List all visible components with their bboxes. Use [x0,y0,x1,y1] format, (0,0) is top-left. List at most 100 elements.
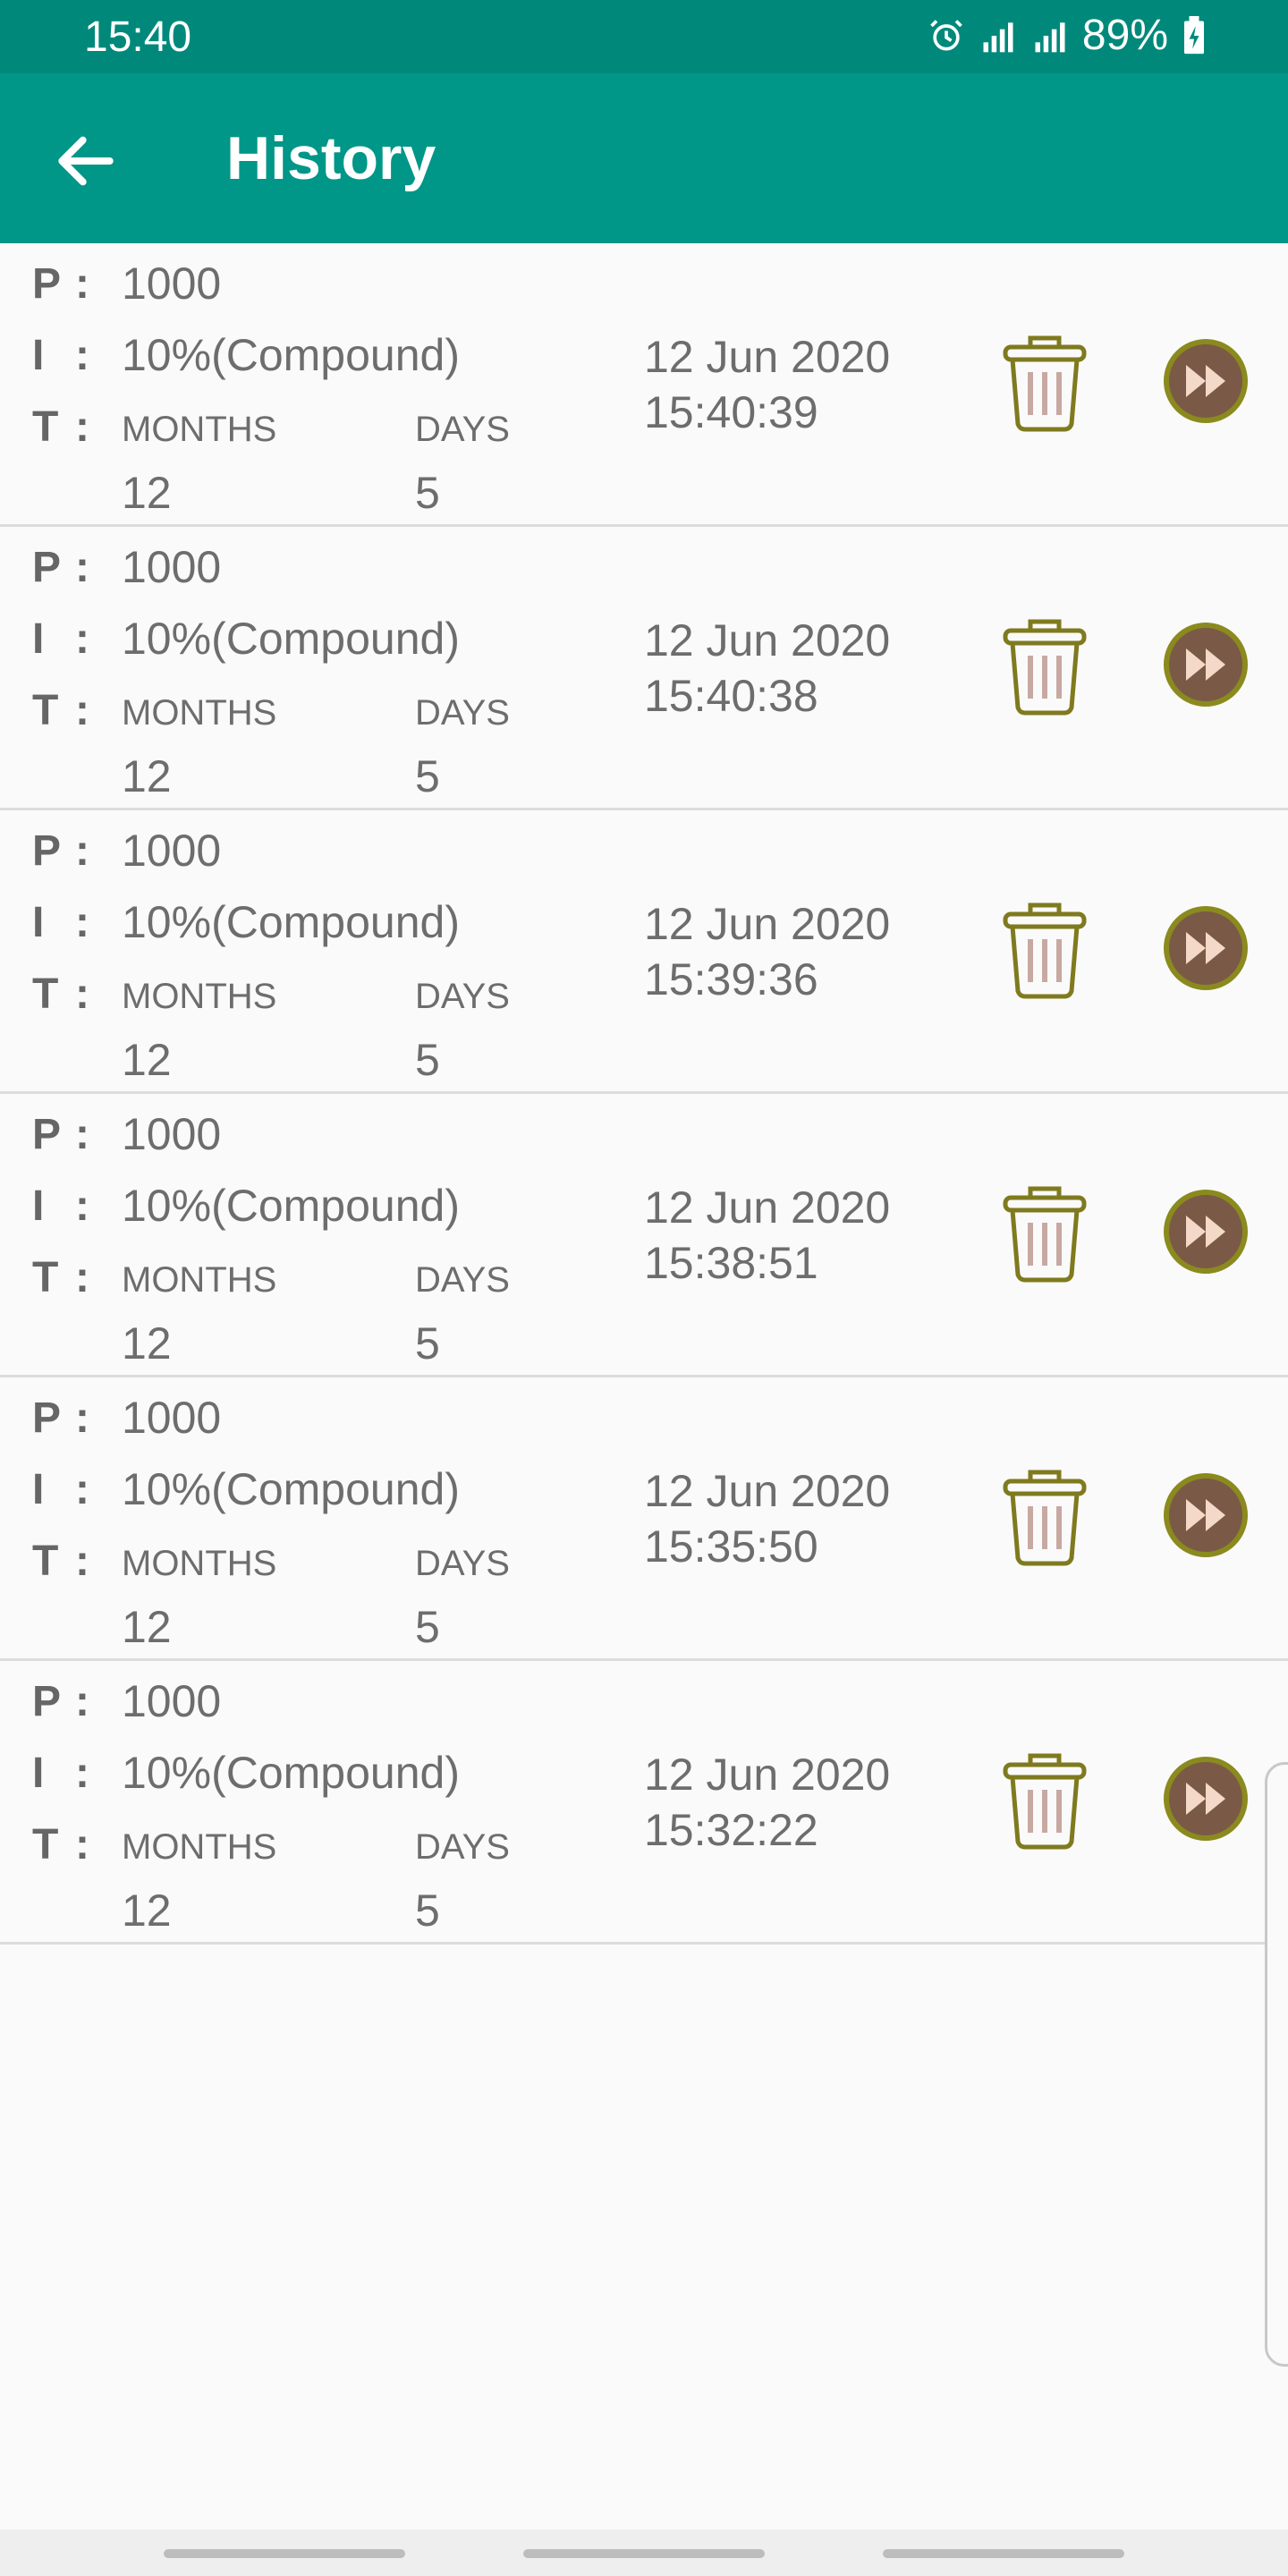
months-label: MONTHS [122,1544,277,1583]
saved-date: 12 Jun 2020 [644,1466,891,1516]
months-value: 12 [122,468,172,518]
fast-forward-icon[interactable] [1163,1189,1249,1275]
months-label: MONTHS [122,410,277,449]
colon: : [75,1466,89,1513]
interest-label: I [32,1182,45,1230]
trash-icon[interactable] [997,329,1092,433]
principal-label: P [32,1394,62,1442]
days-value: 5 [415,1035,440,1085]
months-value: 12 [122,1885,172,1936]
interest-value: 10%(Compound) [122,897,460,947]
saved-time: 15:35:50 [644,1521,818,1572]
interest-value: 10%(Compound) [122,1748,460,1798]
history-item[interactable]: P : 1000 I : 10%(Compound) T : MONTHS DA… [0,243,1288,527]
days-value: 5 [415,1885,440,1936]
saved-date: 12 Jun 2020 [644,899,891,949]
saved-date: 12 Jun 2020 [644,1182,891,1233]
history-item[interactable]: P : 1000 I : 10%(Compound) T : MONTHS DA… [0,1661,1288,1945]
interest-value: 10%(Compound) [122,1181,460,1231]
saved-time: 15:40:38 [644,671,818,721]
nav-recents-handle[interactable] [883,2549,1124,2558]
months-value: 12 [122,1318,172,1368]
nav-home-handle[interactable] [523,2549,765,2558]
colon: : [75,615,89,663]
days-label: DAYS [415,1260,510,1300]
interest-label: I [32,1750,45,1797]
colon: : [75,899,89,946]
saved-date: 12 Jun 2020 [644,332,891,382]
trash-icon[interactable] [997,1463,1092,1567]
trash-icon[interactable] [997,1747,1092,1851]
saved-time: 15:39:36 [644,954,818,1004]
time-label: T [32,687,59,734]
saved-date: 12 Jun 2020 [644,615,891,665]
fast-forward-icon[interactable] [1163,338,1249,424]
alarm-icon [927,16,966,55]
colon: : [75,1678,89,1725]
principal-value: 1000 [122,542,222,592]
principal-value: 1000 [122,826,222,876]
days-value: 5 [415,1318,440,1368]
status-icons: 89% [927,11,1208,60]
interest-value: 10%(Compound) [122,330,460,380]
interest-value: 10%(Compound) [122,1464,460,1514]
months-value: 12 [122,1602,172,1652]
principal-value: 1000 [122,1109,222,1159]
history-item[interactable]: P : 1000 I : 10%(Compound) T : MONTHS DA… [0,810,1288,1094]
days-label: DAYS [415,1544,510,1583]
days-value: 5 [415,1602,440,1652]
signal-icon-2 [1030,16,1070,55]
history-list: P : 1000 I : 10%(Compound) T : MONTHS DA… [0,243,1288,1945]
principal-value: 1000 [122,258,222,309]
trash-icon[interactable] [997,613,1092,716]
back-arrow-icon[interactable] [50,125,122,197]
interest-label: I [32,332,45,379]
saved-time: 15:32:22 [644,1805,818,1855]
days-value: 5 [415,751,440,801]
interest-label: I [32,1466,45,1513]
trash-icon[interactable] [997,1180,1092,1284]
colon: : [75,332,89,379]
history-item[interactable]: P : 1000 I : 10%(Compound) T : MONTHS DA… [0,1094,1288,1377]
fast-forward-icon[interactable] [1163,1472,1249,1558]
principal-label: P [32,544,62,591]
time-label: T [32,1821,59,1868]
days-label: DAYS [415,1827,510,1867]
history-item[interactable]: P : 1000 I : 10%(Compound) T : MONTHS DA… [0,527,1288,810]
fast-forward-icon[interactable] [1163,622,1249,708]
signal-icon [979,16,1018,55]
colon: : [75,403,89,451]
saved-time: 15:38:51 [644,1238,818,1288]
saved-time: 15:40:39 [644,387,818,437]
days-label: DAYS [415,977,510,1016]
days-label: DAYS [415,693,510,733]
colon: : [75,1821,89,1868]
scroll-handle[interactable] [1265,1762,1288,2367]
months-label: MONTHS [122,1260,277,1300]
colon: : [75,544,89,591]
months-label: MONTHS [122,1827,277,1867]
time-label: T [32,403,59,451]
months-value: 12 [122,1035,172,1085]
colon: : [75,260,89,308]
months-value: 12 [122,751,172,801]
nav-back-handle[interactable] [164,2549,405,2558]
interest-label: I [32,899,45,946]
page-title: History [226,124,436,192]
battery-charging-icon [1181,15,1208,55]
days-value: 5 [415,468,440,518]
app-bar: History [0,73,1288,243]
fast-forward-icon[interactable] [1163,905,1249,991]
principal-value: 1000 [122,1393,222,1443]
colon: : [75,1538,89,1585]
principal-label: P [32,260,62,308]
fast-forward-icon[interactable] [1163,1756,1249,1842]
principal-label: P [32,1111,62,1158]
colon: : [75,1750,89,1797]
history-item[interactable]: P : 1000 I : 10%(Compound) T : MONTHS DA… [0,1377,1288,1661]
colon: : [75,1182,89,1230]
trash-icon[interactable] [997,896,1092,1000]
status-bar: 15:40 89% [0,0,1288,73]
interest-label: I [32,615,45,663]
battery-percent: 89% [1081,12,1168,59]
